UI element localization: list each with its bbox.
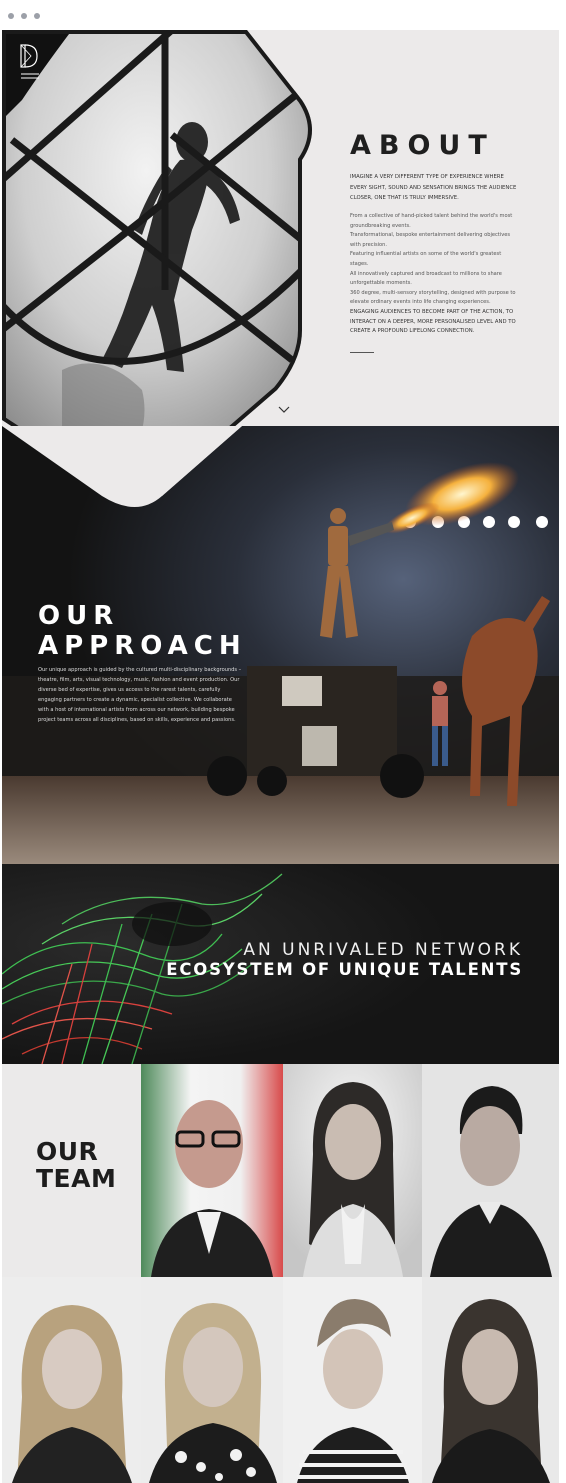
about-body-line: All innovatively captured and broadcast … xyxy=(350,270,502,287)
team-member-portrait[interactable] xyxy=(422,1064,559,1277)
about-body-line: From a collective of hand-picked talent … xyxy=(350,213,513,229)
team-label-tile: OUR TEAM xyxy=(2,1064,141,1277)
window-titlebar xyxy=(0,0,566,30)
team-member-portrait[interactable] xyxy=(141,1277,283,1483)
about-body-line: 360 degree, multi-sensory storytelling, … xyxy=(350,289,516,306)
team-member-portrait[interactable] xyxy=(422,1277,559,1483)
about-body-text: From a collective of hand-picked talent … xyxy=(350,212,520,308)
about-section: ABOUT Imagine a very different type of e… xyxy=(2,30,559,498)
team-section: OUR TEAM xyxy=(2,1064,559,1483)
about-body-line: Featuring influential artists on some of… xyxy=(350,251,502,267)
about-heading: ABOUT xyxy=(350,130,495,161)
team-heading-line1: OUR xyxy=(36,1137,99,1166)
browser-frame: ABOUT Imagine a very different type of e… xyxy=(0,0,566,1483)
about-lead-text: Imagine a very different type of experie… xyxy=(350,174,517,201)
network-heading-line2: ECOSYSTEM OF UNIQUE TALENTS xyxy=(166,960,523,979)
team-heading: OUR TEAM xyxy=(36,1138,116,1192)
about-body-line: Transformational, bespoke entertainment … xyxy=(350,232,511,248)
window-dot-icon[interactable] xyxy=(34,13,40,19)
brand-logo-icon[interactable] xyxy=(19,42,43,92)
window-dot-icon[interactable] xyxy=(21,13,27,19)
approach-body-text: Our unique approach is guided by the cul… xyxy=(38,667,242,723)
approach-heading-line2: APPROACH xyxy=(38,631,247,661)
page-content: ABOUT Imagine a very different type of e… xyxy=(2,30,559,1483)
approach-heading-line1: OUR xyxy=(38,601,120,631)
team-member-portrait[interactable] xyxy=(2,1277,141,1483)
about-divider xyxy=(350,352,374,353)
team-heading-line2: TEAM xyxy=(36,1164,117,1193)
network-heading-line1: AN UNRIVALED NETWORK xyxy=(243,940,523,960)
chevron-down-icon[interactable] xyxy=(278,400,290,413)
team-member-portrait[interactable] xyxy=(283,1064,422,1277)
about-closing-text: Engaging audiences to become part of the… xyxy=(350,309,516,335)
approach-heading: OUR APPROACH xyxy=(38,601,247,661)
network-section: AN UNRIVALED NETWORK ECOSYSTEM OF UNIQUE… xyxy=(2,864,559,1064)
team-member-portrait[interactable] xyxy=(141,1064,283,1277)
window-dot-icon[interactable] xyxy=(8,13,14,19)
team-member-portrait[interactable] xyxy=(283,1277,422,1483)
approach-section: OUR APPROACH Our unique approach is guid… xyxy=(2,426,559,864)
